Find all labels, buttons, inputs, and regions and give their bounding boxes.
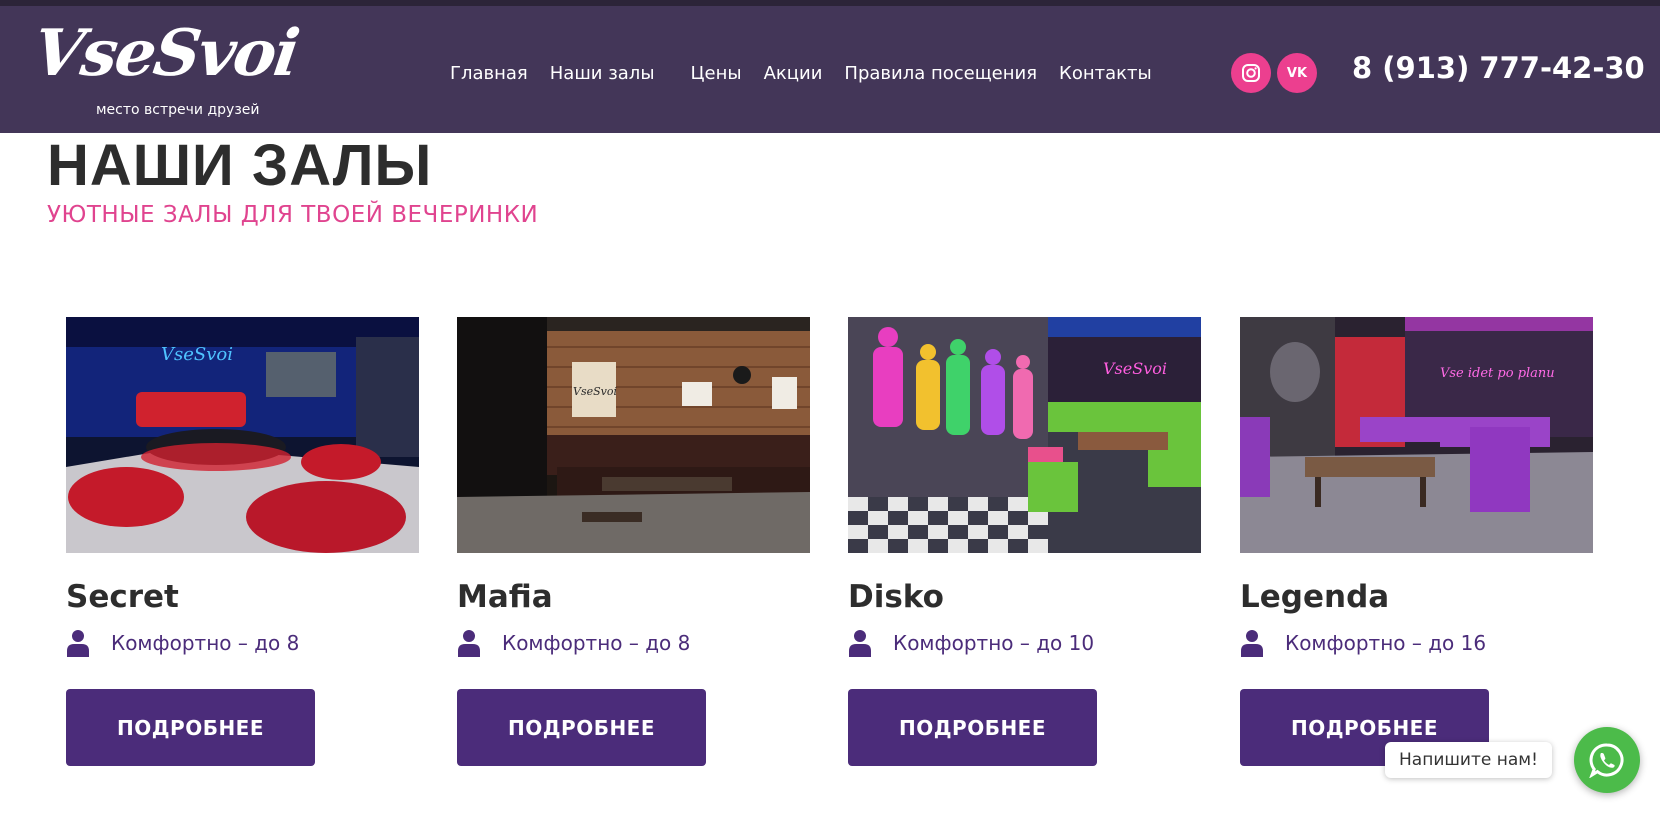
nav-item-promotions[interactable]: Акции bbox=[764, 63, 823, 84]
hall-title-legenda: Legenda bbox=[1240, 579, 1390, 615]
person-icon bbox=[849, 630, 871, 657]
nav-item-home[interactable]: Главная bbox=[450, 63, 528, 84]
hall-capacity-secret: Комфортно – до 8 bbox=[66, 628, 299, 658]
hall-capacity-legenda: Комфортно – до 16 bbox=[1240, 628, 1486, 658]
page-subtitle: УЮТНЫЕ ЗАЛЫ ДЛЯ ТВОЕЙ ВЕЧЕРИНКИ bbox=[47, 202, 539, 228]
more-button-mafia[interactable]: ПОДРОБНЕЕ bbox=[457, 689, 706, 766]
hall-card-mafia: VseSvoi Mafia Комфортно – до 8 ПОДРОБНЕЕ bbox=[457, 317, 810, 766]
hall-photo-secret[interactable]: VseSvoi bbox=[66, 317, 419, 553]
neon-sign-legenda: Vse idet po planu bbox=[1440, 366, 1555, 381]
nav-item-halls[interactable]: Наши залы bbox=[550, 63, 655, 84]
page-title: НАШИ ЗАЛЫ bbox=[47, 133, 433, 198]
instagram-button[interactable] bbox=[1231, 53, 1271, 93]
hall-title-secret: Secret bbox=[66, 579, 179, 615]
hall-card-secret: VseSvoi Secret Комфортно – до 8 ПОДРОБНЕ… bbox=[66, 317, 419, 766]
main-nav: Главная Наши залы Цены Акции Правила пос… bbox=[450, 58, 1174, 88]
site-header: VseSvoi место встречи друзей Главная Наш… bbox=[0, 6, 1660, 133]
more-button-disko[interactable]: ПОДРОБНЕЕ bbox=[848, 689, 1097, 766]
hall-title-mafia: Mafia bbox=[457, 579, 553, 615]
whatsapp-icon bbox=[1589, 743, 1624, 778]
neon-sign-mafia: VseSvoi bbox=[573, 385, 617, 398]
nav-item-rules[interactable]: Правила посещения bbox=[844, 63, 1037, 84]
person-icon bbox=[67, 630, 89, 657]
capacity-text: Комфортно – до 16 bbox=[1285, 631, 1487, 655]
hall-photo-legenda[interactable]: Vse idet po planu bbox=[1240, 317, 1593, 553]
capacity-text: Комфортно – до 10 bbox=[893, 631, 1095, 655]
neon-sign-disko: VseSvoi bbox=[1103, 359, 1167, 378]
phone-number[interactable]: 8 (913) 777-42-30 bbox=[1352, 51, 1645, 85]
person-icon bbox=[1241, 630, 1263, 657]
nav-item-contacts[interactable]: Контакты bbox=[1059, 63, 1152, 84]
hall-capacity-mafia: Комфортно – до 8 bbox=[457, 628, 690, 658]
nav-item-prices[interactable]: Цены bbox=[691, 63, 742, 84]
hall-photo-mafia[interactable]: VseSvoi bbox=[457, 317, 810, 553]
more-button-secret[interactable]: ПОДРОБНЕЕ bbox=[66, 689, 315, 766]
hall-photo-disko[interactable]: VseSvoi bbox=[848, 317, 1201, 553]
vk-button[interactable]: VK bbox=[1277, 53, 1317, 93]
neon-sign-secret: VseSvoi bbox=[161, 344, 233, 365]
hall-capacity-disko: Комфортно – до 10 bbox=[848, 628, 1094, 658]
person-icon bbox=[458, 630, 480, 657]
hall-title-disko: Disko bbox=[848, 579, 944, 615]
hall-card-disko: VseSvoi Disko Комфортно – до 10 ПОДРОБНЕ… bbox=[848, 317, 1201, 766]
site-logo[interactable]: VseSvoi место встречи друзей bbox=[29, 16, 302, 126]
vk-icon: VK bbox=[1286, 65, 1308, 81]
instagram-icon bbox=[1242, 64, 1260, 82]
capacity-text: Комфортно – до 8 bbox=[502, 631, 691, 655]
logo-text: VseSvoi bbox=[28, 16, 303, 91]
capacity-text: Комфортно – до 8 bbox=[111, 631, 300, 655]
logo-tagline: место встречи друзей bbox=[96, 102, 260, 118]
chat-prompt[interactable]: Напишите нам! bbox=[1385, 742, 1552, 778]
hall-card-legenda: Vse idet po planu Legenda Комфортно – до… bbox=[1240, 317, 1593, 766]
whatsapp-button[interactable] bbox=[1574, 727, 1640, 793]
